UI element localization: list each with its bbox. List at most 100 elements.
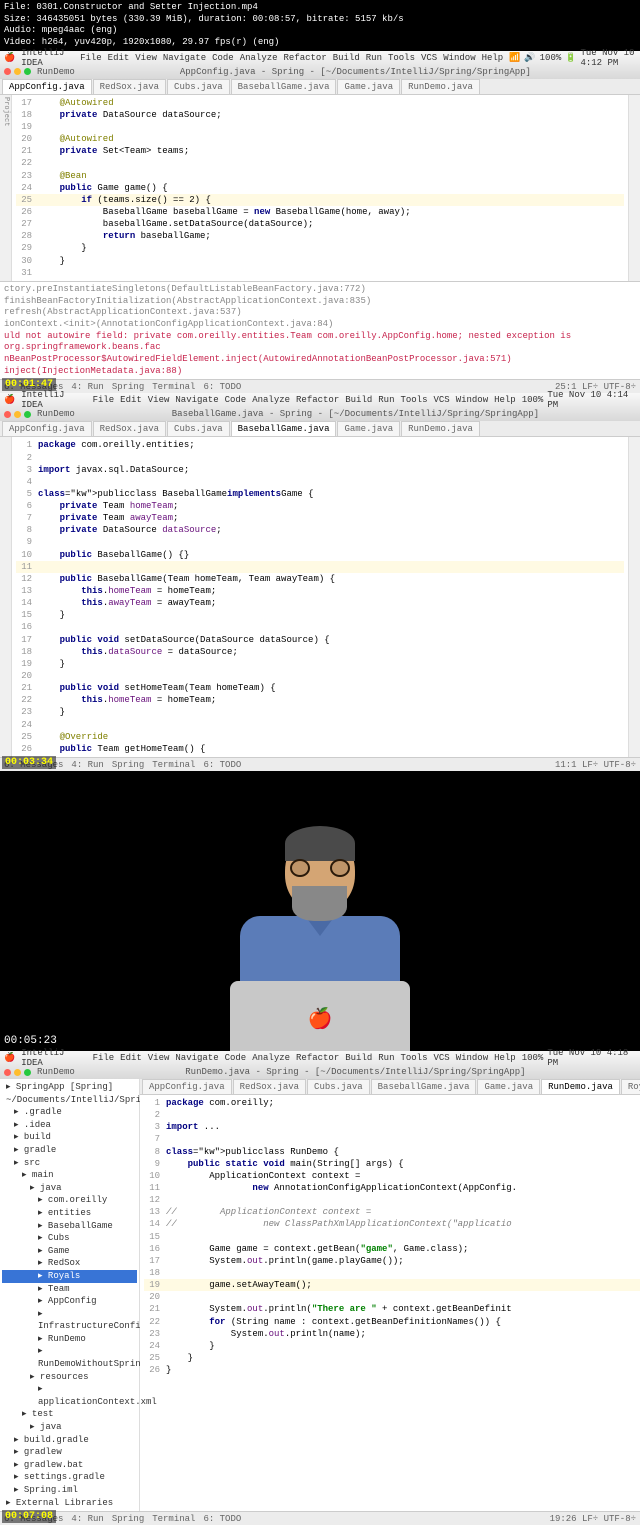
- code-line[interactable]: 21 public void setHomeTeam(Team homeTeam…: [16, 682, 624, 694]
- tree-item[interactable]: ▸ .gradle: [2, 1106, 137, 1119]
- code-line[interactable]: 25 @Override: [16, 731, 624, 743]
- code-line[interactable]: 19 }: [16, 658, 624, 670]
- code-line[interactable]: 22: [16, 157, 624, 169]
- sb-todo[interactable]: 6: TODO: [203, 382, 241, 392]
- menu-item[interactable]: Navigate: [175, 395, 218, 405]
- code-line[interactable]: 30 }: [16, 255, 624, 267]
- tree-item[interactable]: ▸ src: [2, 1157, 137, 1170]
- menu-item[interactable]: Code: [212, 53, 234, 63]
- code-line[interactable]: 25 if (teams.size() == 2) {: [16, 194, 624, 206]
- sb-spring[interactable]: Spring: [112, 382, 144, 392]
- menu-item[interactable]: Navigate: [175, 1053, 218, 1063]
- code-line[interactable]: 10 public BaseballGame() {}: [16, 549, 624, 561]
- tab[interactable]: RedSox.java: [233, 1079, 306, 1094]
- clock[interactable]: Tue Nov 10 4:14 PM: [547, 390, 636, 410]
- code-line[interactable]: 3import javax.sql.DataSource;: [16, 464, 624, 476]
- sb-item[interactable]: Spring: [112, 760, 144, 770]
- code-line[interactable]: 29 }: [16, 242, 624, 254]
- code-line[interactable]: 23 System.out.println(name);: [144, 1328, 640, 1340]
- tab[interactable]: AppConfig.java: [2, 421, 92, 436]
- tab[interactable]: Cubs.java: [167, 421, 230, 436]
- left-gutter[interactable]: [0, 437, 12, 757]
- tree-item[interactable]: ▸ SpringApp [Spring] ~/Documents/Intelli…: [2, 1081, 137, 1106]
- battery-icon[interactable]: 🔋: [565, 53, 576, 63]
- tab[interactable]: RunDemo.java: [541, 1079, 620, 1094]
- code-line[interactable]: 18: [144, 1267, 640, 1279]
- code-line[interactable]: 17 System.out.println(game.playGame());: [144, 1255, 640, 1267]
- app-name[interactable]: IntelliJ IDEA: [21, 48, 74, 68]
- tree-item[interactable]: ▸ Royals: [2, 1270, 137, 1283]
- tree-item[interactable]: ▸ gradlew: [2, 1446, 137, 1459]
- code-line[interactable]: 20 @Autowired: [16, 133, 624, 145]
- tree-item[interactable]: ▸ resources: [2, 1371, 137, 1384]
- menu-item[interactable]: File: [93, 395, 115, 405]
- code-line[interactable]: 24 }: [144, 1340, 640, 1352]
- code-line[interactable]: 9 public static void main(String[] args)…: [144, 1158, 640, 1170]
- code-line[interactable]: 23 }: [16, 706, 624, 718]
- sb-item[interactable]: 6: TODO: [203, 1514, 241, 1524]
- tab[interactable]: RunDemo.java: [401, 421, 480, 436]
- menu-item[interactable]: View: [148, 1053, 170, 1063]
- minimize-button[interactable]: [14, 68, 21, 75]
- clock[interactable]: Tue Nov 10 4:12 PM: [580, 48, 636, 68]
- code-line[interactable]: 15 }: [16, 609, 624, 621]
- code-line[interactable]: 7: [144, 1133, 640, 1145]
- maximize-button[interactable]: [24, 68, 31, 75]
- menu-item[interactable]: View: [148, 395, 170, 405]
- menu-item[interactable]: Tools: [400, 1053, 427, 1063]
- code-line[interactable]: 2: [144, 1109, 640, 1121]
- volume-icon[interactable]: 🔊: [524, 53, 535, 63]
- code-line[interactable]: 19 game.setAwayTeam();: [144, 1279, 640, 1291]
- menu-item[interactable]: File: [93, 1053, 115, 1063]
- code-line[interactable]: 21 private Set<Team> teams;: [16, 145, 624, 157]
- menu-item[interactable]: Run: [366, 53, 382, 63]
- tree-item[interactable]: ▸ Team: [2, 1283, 137, 1296]
- code-line[interactable]: 16: [16, 621, 624, 633]
- code-line[interactable]: 26}: [144, 1364, 640, 1376]
- menu-item[interactable]: Code: [225, 395, 247, 405]
- tree-item[interactable]: ▸ java: [2, 1182, 137, 1195]
- sb-item[interactable]: Terminal: [152, 1514, 195, 1524]
- menu-item[interactable]: Build: [333, 53, 360, 63]
- tab-game[interactable]: Game.java: [337, 79, 400, 94]
- code-editor[interactable]: Project 17 @Autowired18 private DataSour…: [0, 95, 640, 281]
- tab[interactable]: Cubs.java: [307, 1079, 370, 1094]
- tree-item[interactable]: ▸ build.gradle: [2, 1434, 137, 1447]
- code-line[interactable]: 5class="kw">public class BaseballGame im…: [16, 488, 624, 500]
- tree-item[interactable]: ▸ settings.gradle: [2, 1471, 137, 1484]
- tree-item[interactable]: ▸ RunDemoWithoutSpring: [2, 1345, 137, 1370]
- menu-item[interactable]: Run: [378, 395, 394, 405]
- menu-item[interactable]: Tools: [400, 395, 427, 405]
- tree-item[interactable]: ▸ applicationContext.xml: [2, 1383, 137, 1408]
- code-line[interactable]: 20: [16, 670, 624, 682]
- code-line[interactable]: 25 }: [144, 1352, 640, 1364]
- code-line[interactable]: 9: [16, 536, 624, 548]
- code-line[interactable]: 18 private DataSource dataSource;: [16, 109, 624, 121]
- code-line[interactable]: 2: [16, 452, 624, 464]
- code-line[interactable]: 24 public Game game() {: [16, 182, 624, 194]
- code-line[interactable]: 8class="kw">public class RunDemo {: [144, 1146, 640, 1158]
- menu-item[interactable]: Refactor: [284, 53, 327, 63]
- project-tree[interactable]: ▸ SpringApp [Spring] ~/Documents/Intelli…: [0, 1079, 140, 1511]
- menu-item[interactable]: File: [80, 53, 102, 63]
- tree-item[interactable]: ▸ External Libraries: [2, 1497, 137, 1510]
- code-line[interactable]: 26 BaseballGame baseballGame = new Baseb…: [16, 206, 624, 218]
- menu-item[interactable]: Navigate: [163, 53, 206, 63]
- tree-item[interactable]: ▸ com.oreilly: [2, 1194, 137, 1207]
- code-line[interactable]: 15: [144, 1231, 640, 1243]
- tree-item[interactable]: ▸ AppConfig: [2, 1295, 137, 1308]
- minimize-button[interactable]: [14, 411, 21, 418]
- run-console[interactable]: ctory.preInstantiateSingletons(DefaultLi…: [0, 281, 640, 380]
- sb-terminal[interactable]: Terminal: [152, 382, 195, 392]
- tab[interactable]: RedSox.java: [93, 421, 166, 436]
- code-line[interactable]: 13// ApplicationContext context =: [144, 1206, 640, 1218]
- tab-appconfig[interactable]: AppConfig.java: [2, 79, 92, 94]
- code-line[interactable]: 11: [16, 561, 624, 573]
- menu-item[interactable]: Refactor: [296, 1053, 339, 1063]
- tree-item[interactable]: ▸ Cubs: [2, 1232, 137, 1245]
- menu-item[interactable]: Analyze: [252, 1053, 290, 1063]
- tab[interactable]: Game.java: [477, 1079, 540, 1094]
- code-line[interactable]: 20: [144, 1291, 640, 1303]
- menu-item[interactable]: Help: [494, 395, 516, 405]
- apple-icon[interactable]: 🍎: [4, 1053, 15, 1063]
